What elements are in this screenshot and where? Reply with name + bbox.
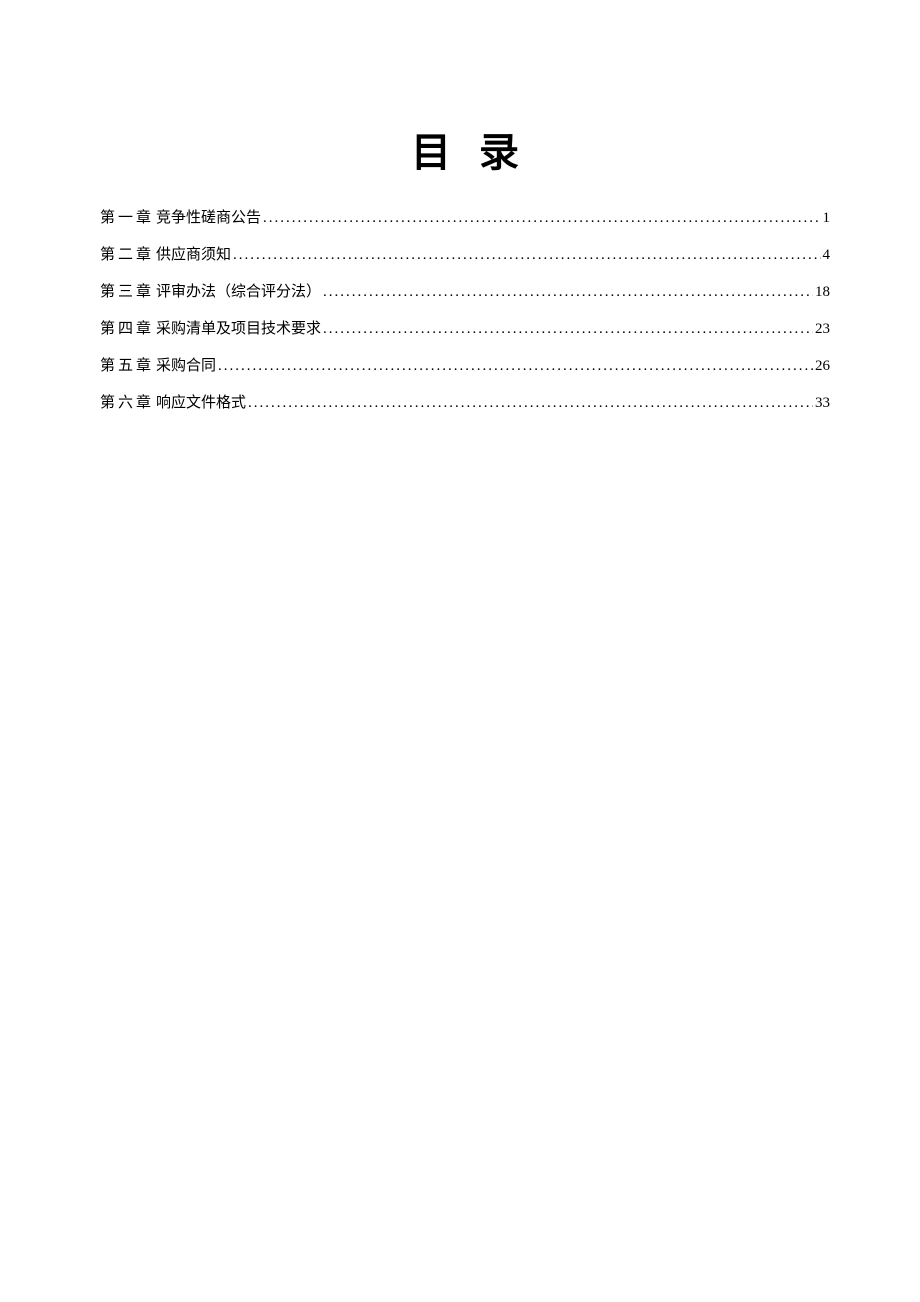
toc-page-number: 4 xyxy=(823,247,831,264)
toc-label: 竞争性磋商公告 xyxy=(156,206,261,227)
toc-label: 采购清单及项目技术要求 xyxy=(156,317,321,338)
toc-entry: 第四章 采购清单及项目技术要求 23 xyxy=(100,317,830,338)
toc-label: 采购合同 xyxy=(156,354,216,375)
toc-entry: 第五章 采购合同 26 xyxy=(100,354,830,375)
toc-label: 评审办法（综合评分法） xyxy=(156,280,321,301)
toc-page-number: 33 xyxy=(815,395,830,412)
toc-chapter: 第五章 xyxy=(100,354,154,375)
toc-title: 目录 xyxy=(100,120,830,178)
toc-label: 响应文件格式 xyxy=(156,391,246,412)
toc-chapter: 第二章 xyxy=(100,243,154,264)
toc-chapter: 第四章 xyxy=(100,317,154,338)
toc-dots xyxy=(218,358,813,375)
toc-page-number: 18 xyxy=(815,284,830,301)
toc-page-number: 26 xyxy=(815,358,830,375)
toc-label: 供应商须知 xyxy=(156,243,231,264)
toc-dots xyxy=(263,210,820,227)
toc-page-number: 23 xyxy=(815,321,830,338)
toc-dots xyxy=(323,284,813,301)
toc-chapter: 第三章 xyxy=(100,280,154,301)
toc-page-number: 1 xyxy=(823,210,831,227)
toc-entry: 第二章 供应商须知 4 xyxy=(100,243,830,264)
toc-entry: 第三章 评审办法（综合评分法） 18 xyxy=(100,280,830,301)
table-of-contents: 第一章 竞争性磋商公告 1 第二章 供应商须知 4 第三章 评审办法（综合评分法… xyxy=(100,206,830,412)
toc-chapter: 第六章 xyxy=(100,391,154,412)
toc-dots xyxy=(248,395,813,412)
toc-dots xyxy=(323,321,813,338)
document-page: 目录 第一章 竞争性磋商公告 1 第二章 供应商须知 4 第三章 评审办法（综合… xyxy=(0,0,920,412)
toc-chapter: 第一章 xyxy=(100,206,154,227)
toc-entry: 第一章 竞争性磋商公告 1 xyxy=(100,206,830,227)
toc-entry: 第六章 响应文件格式 33 xyxy=(100,391,830,412)
toc-dots xyxy=(233,247,820,264)
